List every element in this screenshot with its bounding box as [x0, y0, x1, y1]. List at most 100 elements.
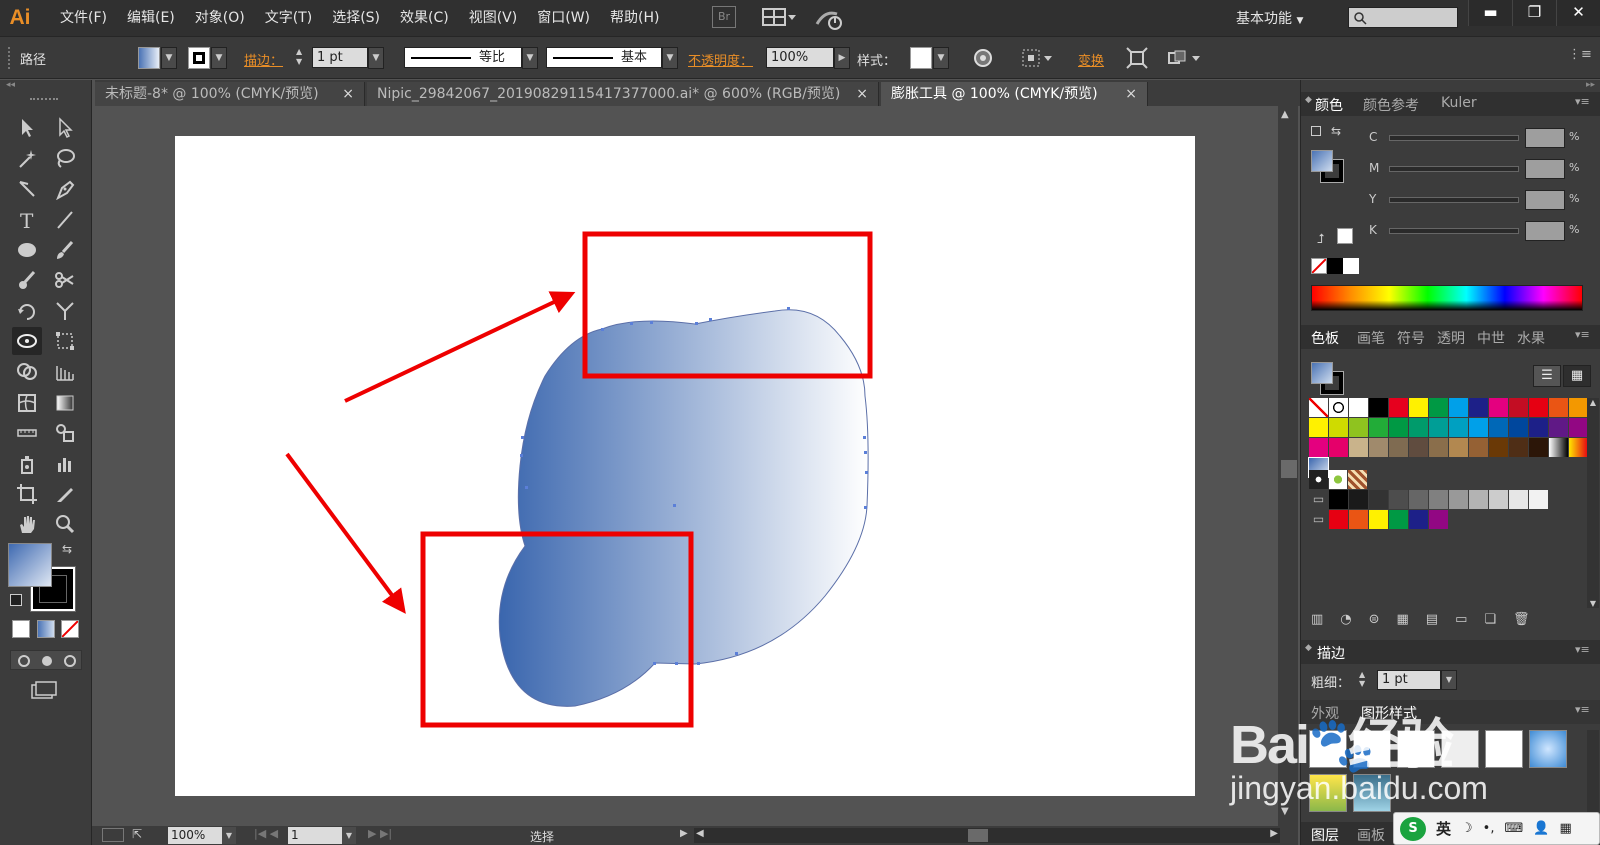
swatch-10[interactable]: [1509, 398, 1528, 417]
share-icon[interactable]: ⇱: [132, 827, 142, 841]
swatch-41[interactable]: [1569, 438, 1588, 457]
color-swatch-4[interactable]: [1409, 510, 1428, 529]
style-5[interactable]: [1485, 730, 1523, 768]
none-mode-button[interactable]: [61, 620, 79, 638]
punctuation-icon[interactable]: •,: [1483, 821, 1495, 836]
swatch-36[interactable]: [1469, 438, 1488, 457]
style-6[interactable]: [1529, 730, 1567, 768]
fill-color-box-front[interactable]: [8, 543, 52, 587]
anchor-point-tool-icon[interactable]: [12, 175, 42, 203]
color-swatch-2[interactable]: [1369, 510, 1388, 529]
close-tab-icon[interactable]: ×: [342, 82, 354, 106]
gray-swatch-9[interactable]: [1509, 490, 1528, 509]
stroke-swatch[interactable]: [188, 47, 210, 69]
color-panel-menu-icon[interactable]: ▾≡: [1575, 95, 1590, 108]
minimize-button[interactable]: ▬: [1468, 0, 1512, 26]
selection-tool-icon[interactable]: [12, 114, 42, 142]
stroke-weight-field[interactable]: 1 pt: [312, 47, 368, 68]
color-mode-button[interactable]: [12, 620, 30, 638]
scroll-thumb[interactable]: [1281, 460, 1297, 478]
swatch-22[interactable]: [1469, 418, 1488, 437]
swatch-24[interactable]: [1509, 418, 1528, 437]
tab-color-guide[interactable]: 颜色参考: [1363, 95, 1419, 115]
gamut-color-chip[interactable]: [1337, 228, 1353, 244]
scroll-right-icon[interactable]: ▶: [1270, 828, 1278, 839]
gray-swatch-1[interactable]: [1349, 490, 1368, 509]
menu-item-0[interactable]: 文件(F): [50, 0, 117, 36]
swatch-30[interactable]: [1349, 438, 1368, 457]
swatch-14[interactable]: [1309, 418, 1328, 437]
isolate-object-icon[interactable]: [1126, 47, 1148, 69]
swatch-18[interactable]: [1389, 418, 1408, 437]
variable-width-profile[interactable]: 等比: [404, 47, 522, 68]
folder-icon[interactable]: ▭: [1309, 490, 1328, 509]
artboard[interactable]: [175, 136, 1195, 796]
swatch-scrollbar[interactable]: ▲ ▼: [1587, 398, 1599, 608]
bloat-tool-icon[interactable]: [12, 327, 42, 355]
swatch-0[interactable]: [1309, 398, 1328, 417]
channel-slider-c[interactable]: [1389, 135, 1519, 141]
menu-item-4[interactable]: 选择(S): [322, 0, 390, 36]
color-swatch-3[interactable]: [1389, 510, 1408, 529]
swatch-31[interactable]: [1369, 438, 1388, 457]
swatch-footer-icons[interactable]: ▥◔⊜▦▤▭❏🗑: [1311, 612, 1547, 627]
swatch-3[interactable]: [1369, 398, 1388, 417]
symbol-sprayer-tool-icon[interactable]: [12, 450, 42, 478]
menu-item-2[interactable]: 对象(O): [185, 0, 255, 36]
maximize-button[interactable]: ❐: [1512, 0, 1556, 26]
swatch-fill-proxy-front[interactable]: [1311, 362, 1333, 384]
swatch-32[interactable]: [1389, 438, 1408, 457]
opacity-label[interactable]: 不透明度：: [688, 50, 753, 69]
tab-swatches[interactable]: 色板: [1311, 328, 1339, 348]
paintbrush-tool-icon[interactable]: [50, 236, 80, 264]
channel-value-c[interactable]: [1525, 128, 1565, 148]
fill-dropdown[interactable]: ▼: [161, 47, 177, 69]
last-artboard-icon[interactable]: ▶ ▶|: [368, 827, 392, 840]
swatch-33[interactable]: [1409, 438, 1428, 457]
panel-collapse-right-icon[interactable]: ▸▸: [1301, 80, 1600, 92]
stroke-weight-dropdown[interactable]: ▼: [368, 47, 384, 69]
grid-icon[interactable]: ▦: [1559, 821, 1571, 836]
document-tab-0[interactable]: 未标题-8* @ 100% (CMYK/预览) ×: [95, 82, 365, 106]
screen-mode-icon[interactable]: [30, 680, 58, 704]
stroke-panel-menu-icon[interactable]: ▾≡: [1575, 643, 1590, 656]
menu-item-1[interactable]: 编辑(E): [117, 0, 185, 36]
swatch-26[interactable]: [1549, 418, 1568, 437]
moon-icon[interactable]: ☽: [1461, 821, 1473, 836]
stroke-dropdown[interactable]: ▼: [211, 47, 227, 69]
swatch-6[interactable]: [1429, 398, 1448, 417]
swatch-37[interactable]: [1489, 438, 1508, 457]
ellipse-tool-icon[interactable]: [12, 236, 42, 264]
artwork-svg[interactable]: [175, 136, 1195, 796]
zoom-tool-icon[interactable]: [50, 510, 80, 538]
pen-tool-icon[interactable]: [50, 175, 80, 203]
tab-layers[interactable]: 图层: [1311, 825, 1339, 845]
tab-medieval[interactable]: 中世: [1477, 328, 1505, 348]
workspace-switcher[interactable]: 基本功能 ▼: [1236, 8, 1303, 28]
color-spectrum[interactable]: [1311, 285, 1583, 311]
transform-label[interactable]: 变换: [1078, 50, 1104, 69]
appearance-menu-icon[interactable]: ▾≡: [1575, 703, 1590, 716]
swatch-25[interactable]: [1529, 418, 1548, 437]
channel-slider-y[interactable]: [1389, 197, 1519, 203]
color-fill-proxy-front[interactable]: [1311, 150, 1333, 172]
swatch-15[interactable]: [1329, 418, 1348, 437]
swatch-17[interactable]: [1369, 418, 1388, 437]
artboard-dropdown[interactable]: ▼: [342, 827, 356, 844]
swatch-11[interactable]: [1529, 398, 1548, 417]
user-icon[interactable]: 👤: [1533, 821, 1549, 836]
blob-brush-tool-icon[interactable]: [12, 266, 42, 294]
swatch-21[interactable]: [1449, 418, 1468, 437]
swatch-pattern-2[interactable]: [1328, 470, 1348, 489]
document-tab-1[interactable]: Nipic_29842067_20190829115417377000.ai* …: [367, 82, 879, 106]
swatch-12[interactable]: [1549, 398, 1568, 417]
channel-slider-k[interactable]: [1389, 228, 1519, 234]
scroll-up-icon[interactable]: ▲: [1281, 109, 1289, 120]
document-tab-2[interactable]: 膨胀工具 @ 100% (CMYK/预览) ×: [881, 82, 1148, 106]
none-swatch[interactable]: [1311, 258, 1327, 274]
gray-swatch-2[interactable]: [1369, 490, 1388, 509]
close-window-button[interactable]: ✕: [1556, 0, 1600, 26]
rotate-tool-icon[interactable]: [12, 297, 42, 325]
gray-swatch-10[interactable]: [1529, 490, 1548, 509]
column-graph-tool-icon[interactable]: [50, 450, 80, 478]
